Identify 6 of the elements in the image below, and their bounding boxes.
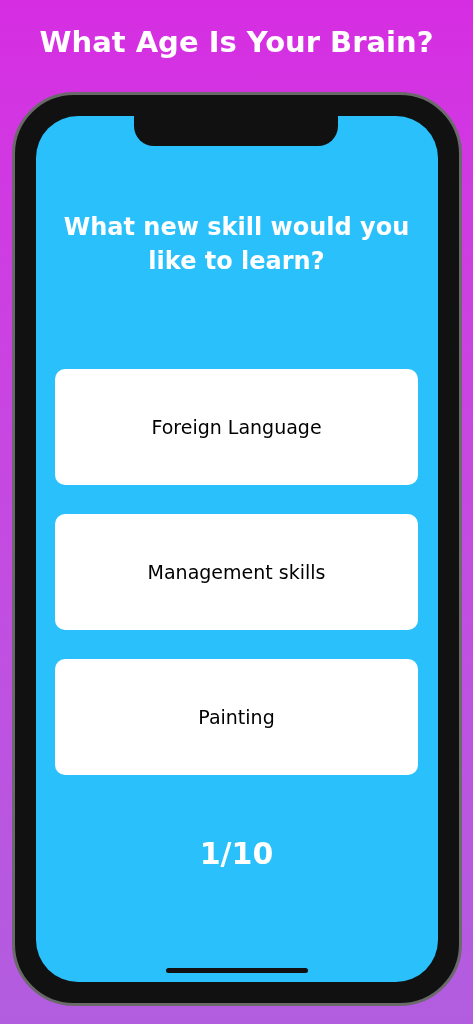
question-text: What new skill would you like to learn? [62,212,411,277]
answer-button[interactable]: Foreign Language [55,369,418,485]
progress-counter: 1/10 [199,835,274,873]
answer-button[interactable]: Management skills [55,514,418,630]
page-title: What Age Is Your Brain? [39,24,434,61]
answer-button[interactable]: Painting [55,659,418,775]
